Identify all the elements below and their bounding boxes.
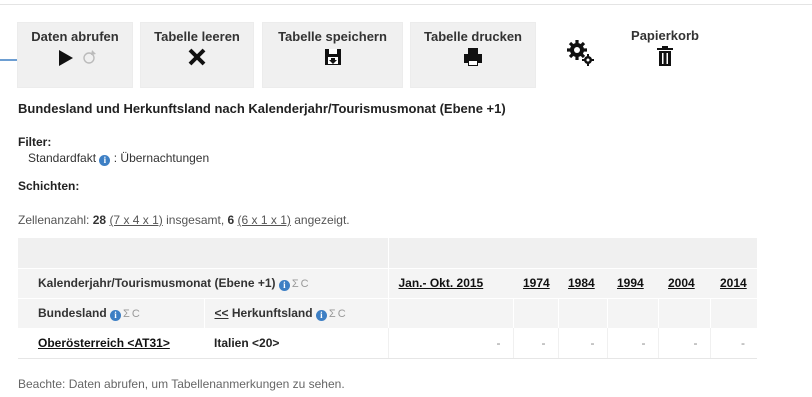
filter-fact-value: : Übernachtungen	[113, 151, 210, 165]
clear-table-button[interactable]: Tabelle leeren	[140, 22, 254, 88]
settings-button[interactable]	[557, 22, 603, 88]
filter-line: Standardfakt i : Übernachtungen	[28, 151, 209, 166]
gears-icon	[567, 40, 594, 66]
row-dimension-header[interactable]: Bundesland iΣC	[18, 297, 205, 328]
chart-icon[interactable]: C	[338, 308, 346, 320]
cell-count-suffix: angezeigt.	[294, 213, 350, 227]
cell-count-total: 28	[92, 213, 107, 227]
info-icon[interactable]: i	[278, 279, 290, 291]
table-row: Oberösterreich <AT31> Italien <20> - - -…	[18, 328, 757, 359]
column-header[interactable]: 2014	[710, 267, 757, 298]
chart-icon[interactable]: C	[301, 278, 309, 290]
data-table: Kalenderjahr/Tourismusmonat (Ebene +1) i…	[18, 238, 757, 359]
save-icon	[324, 49, 341, 65]
column-header[interactable]: Jan.- Okt. 2015	[388, 267, 513, 298]
trash-icon	[657, 46, 673, 66]
cell-count-prefix: Zellenanzahl:	[18, 213, 90, 227]
close-icon	[188, 48, 206, 66]
info-icon[interactable]: i	[110, 309, 122, 321]
save-table-label: Tabelle speichern	[278, 29, 387, 44]
cell-count-total-dims[interactable]: (7 x 4 x 1)	[109, 213, 162, 227]
filter-title: Filter:	[18, 135, 52, 149]
print-icon	[464, 48, 482, 66]
trash-label: Papierkorb	[631, 28, 699, 43]
row-dimension-label-2: Herkunftsland	[231, 305, 313, 320]
table-cell: -	[606, 328, 658, 359]
fetch-data-button[interactable]: Daten abrufen	[17, 22, 133, 88]
page-title: Bundesland und Herkunftsland nach Kalend…	[18, 101, 506, 116]
row-sub-label: Italien <20>	[204, 328, 388, 359]
save-table-button[interactable]: Tabelle speichern	[262, 22, 403, 88]
info-icon[interactable]: i	[315, 309, 327, 321]
table-cell: -	[557, 328, 607, 359]
layers-title: Schichten:	[18, 179, 80, 193]
move-left-link[interactable]: <<	[215, 306, 229, 320]
column-dimension-label: Kalenderjahr/Tourismusmonat (Ebene +1)	[38, 275, 276, 290]
cell-count-shown-dims[interactable]: (6 x 1 x 1)	[238, 213, 291, 227]
table-cell: -	[657, 328, 710, 359]
info-icon[interactable]: i	[99, 155, 111, 166]
top-divider	[0, 4, 812, 5]
print-table-button[interactable]: Tabelle drucken	[410, 22, 536, 88]
row-dimension-label: Bundesland	[38, 305, 107, 320]
sum-icon[interactable]: Σ	[123, 308, 130, 320]
cell-count-shown: 6	[227, 213, 235, 227]
refresh-icon	[83, 50, 96, 64]
sum-icon[interactable]: Σ	[329, 308, 336, 320]
cell-count: Zellenanzahl: 28 (7 x 4 x 1) insgesamt, …	[18, 213, 350, 227]
filter-fact-label: Standardfakt	[28, 151, 97, 165]
table-cell: -	[709, 328, 757, 359]
column-header[interactable]: 2004	[658, 267, 710, 298]
table-cell: -	[387, 328, 513, 359]
table-cell: -	[512, 328, 558, 359]
column-dimension-header[interactable]: Kalenderjahr/Tourismusmonat (Ebene +1) i…	[18, 267, 389, 298]
row-label[interactable]: Oberösterreich <AT31>	[18, 328, 204, 359]
play-icon	[59, 50, 96, 66]
row-dimension-header-2[interactable]: << Herkunftsland iΣC	[204, 297, 389, 328]
clear-table-label: Tabelle leeren	[154, 29, 240, 44]
table-spacer-row	[18, 238, 757, 268]
column-header-row: Kalenderjahr/Tourismusmonat (Ebene +1) i…	[18, 267, 757, 298]
print-table-label: Tabelle drucken	[423, 29, 522, 44]
column-header[interactable]: 1984	[558, 267, 607, 298]
fetch-data-label: Daten abrufen	[31, 29, 119, 44]
cell-count-mid: insgesamt,	[166, 213, 225, 227]
sum-icon[interactable]: Σ	[292, 278, 299, 290]
table-note: Beachte: Daten abrufen, um Tabellenanmer…	[18, 377, 345, 391]
chart-icon[interactable]: C	[132, 308, 140, 320]
column-header[interactable]: 1974	[513, 267, 558, 298]
row-header-row: Bundesland iΣC << Herkunftsland iΣC	[18, 297, 757, 328]
column-header[interactable]: 1994	[607, 267, 658, 298]
trash-button[interactable]: Papierkorb	[617, 22, 713, 88]
